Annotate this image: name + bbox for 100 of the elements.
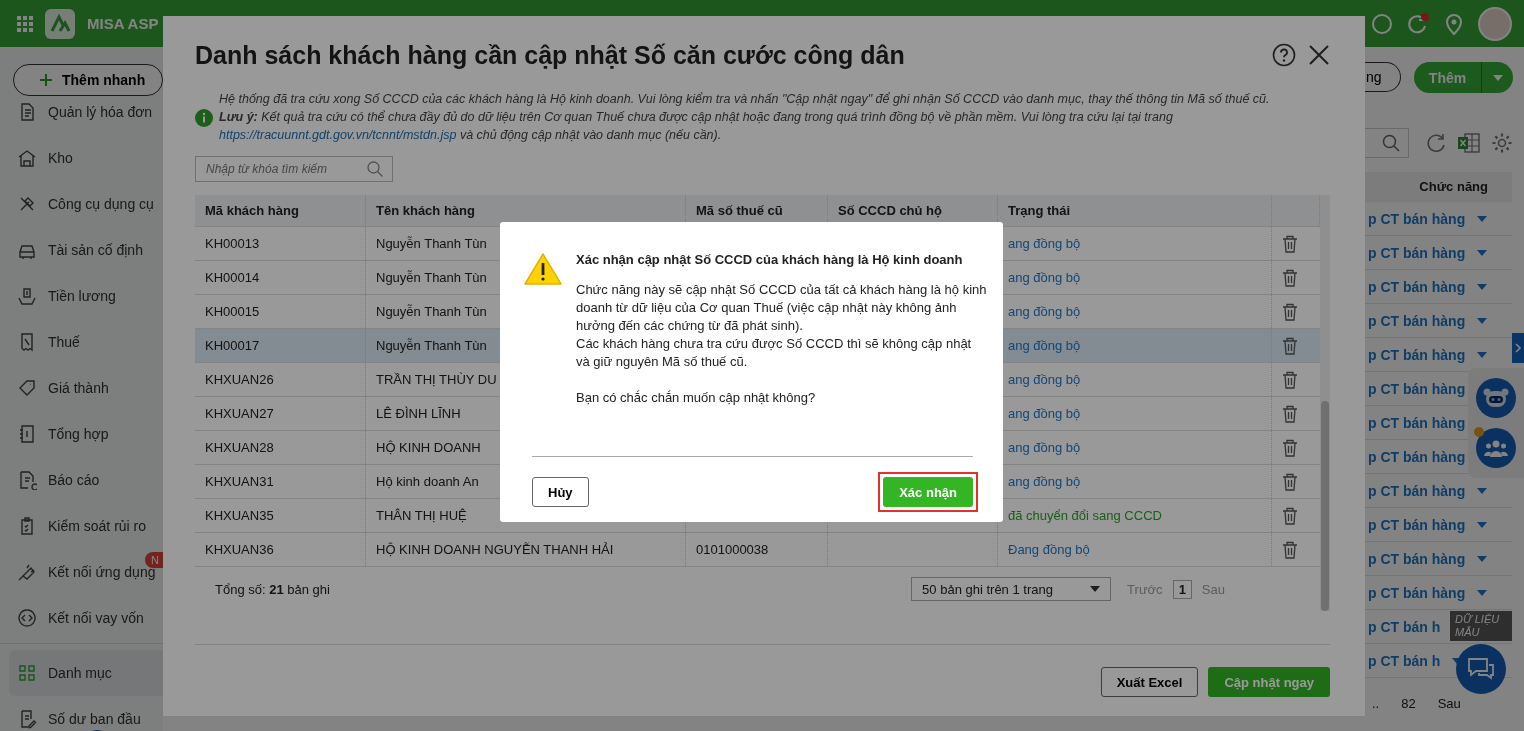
table-cell: KHXUAN31 <box>205 474 274 489</box>
help-icon[interactable] <box>1272 43 1296 67</box>
status-text: đã chuyển đổi sang CCCD <box>1008 508 1162 523</box>
table-cell: KH00014 <box>205 270 260 285</box>
previous-page-link[interactable]: Trước <box>1127 581 1163 597</box>
page-size-dropdown[interactable]: 50 bản ghi trên 1 trang <box>911 577 1112 601</box>
sidebar-item[interactable]: Tổng hợp <box>0 411 163 457</box>
quick-add-button[interactable]: Thêm nhanh <box>13 64 163 96</box>
table-cell: KHXUAN26 <box>205 372 274 387</box>
trash-icon[interactable] <box>1282 336 1298 355</box>
confirm-button[interactable]: Xác nhận <box>883 477 973 507</box>
action-link[interactable]: p CT bán hàng <box>1368 516 1466 533</box>
sidebar-item[interactable]: Tài sản cố định <box>0 227 163 273</box>
table-cell: THÂN THỊ HUỆ <box>376 508 467 523</box>
total-count: Tổng số: 21 bản ghi <box>215 581 330 597</box>
avatar[interactable] <box>1478 6 1512 41</box>
action-link[interactable]: p CT bán hàng <box>1368 244 1466 261</box>
page-number[interactable]: 82 <box>1401 696 1416 711</box>
sidebar-item[interactable]: Danh mục <box>9 650 163 696</box>
close-icon[interactable] <box>1308 44 1330 66</box>
trash-icon[interactable] <box>1282 370 1298 389</box>
chat-icon <box>1466 656 1496 682</box>
refresh-icon[interactable] <box>1406 11 1430 36</box>
action-link[interactable]: p CT bán hàng <box>1368 482 1466 499</box>
column-header: Mã khách hàng <box>195 195 366 226</box>
update-now-button[interactable]: Cập nhật ngay <box>1208 667 1330 697</box>
table-cell: KH00013 <box>205 236 260 251</box>
chevron-right-icon <box>1515 343 1521 353</box>
trash-icon[interactable] <box>1282 438 1298 457</box>
toolbar-button[interactable]: ng <box>1365 62 1401 92</box>
sample-data-stamp: DỮ LIỆU MẪU <box>1450 611 1512 641</box>
status-text: ang đồng bộ <box>1008 304 1081 319</box>
apps-grid-icon[interactable] <box>17 15 33 32</box>
column-header: Chức năng <box>1365 172 1512 202</box>
page-number[interactable]: 1 <box>1172 579 1192 599</box>
action-link[interactable]: p CT bán hàng <box>1368 550 1466 567</box>
community-button[interactable] <box>1476 428 1516 468</box>
table-cell: KHXUAN28 <box>205 440 274 455</box>
table-cell: KHXUAN36 <box>205 542 274 557</box>
trash-icon[interactable] <box>1282 268 1298 287</box>
sidebar-item[interactable]: Kho <box>0 135 163 181</box>
spreadsheet-icon[interactable] <box>1457 132 1481 154</box>
robot-button[interactable] <box>1476 378 1516 418</box>
status-text: ang đồng bộ <box>1008 440 1081 455</box>
action-link[interactable]: p CT bán hàng <box>1368 584 1466 601</box>
table-cell: KH00015 <box>205 304 260 319</box>
cancel-button[interactable]: Hủy <box>532 477 589 507</box>
refresh-icon[interactable] <box>1425 132 1447 154</box>
action-link[interactable]: p CT bán hàng <box>1368 448 1466 465</box>
sidebar-item[interactable]: Thuế <box>0 319 163 365</box>
action-link[interactable]: p CT bán hàng <box>1368 210 1466 227</box>
action-link[interactable]: p CT bán hàng <box>1368 312 1466 329</box>
action-link[interactable]: p CT bán hàng <box>1368 380 1466 397</box>
robot-icon <box>1483 387 1509 409</box>
map-pin-icon[interactable] <box>1443 11 1465 36</box>
sidebar-item[interactable]: Báo cáo <box>0 457 163 503</box>
lookup-link[interactable]: https://tracuunnt.gdt.gov.vn/tcnnt/mstdn.jsp <box>219 128 457 142</box>
info-text: Hệ thống đã tra cứu xong Số CCCD của các khách hàng là Hộ kinh doanh. Vui lòng kiểm tra và nhấn "Cập nhật ngay" để ghi nhận Số CCCD vào danh mục, thay thế thông tin Mã số thuế cũ. <box>219 91 1270 108</box>
sidebar-item[interactable]: Công cụ dụng cụ <box>0 181 163 227</box>
next-page-link[interactable]: Sau <box>1437 696 1461 711</box>
sidebar-item[interactable]: Kiểm soát rủi ro <box>0 503 163 549</box>
action-link[interactable]: p CT bán hàng <box>1368 278 1466 295</box>
sidebar-item[interactable]: Giá thành <box>0 365 163 411</box>
table-cell: HỘ KINH DOANH NGUYỄN THANH HẢI <box>376 542 614 557</box>
sidebar-item[interactable]: Số dư ban đầu <box>0 696 163 731</box>
table-cell: TRẦN THỊ THÙY DU <box>376 372 497 387</box>
notification-dot <box>1474 427 1484 437</box>
warning-icon <box>524 252 562 286</box>
sidebar-item[interactable]: Kết nối ứng dụng N <box>0 549 163 595</box>
next-page-link[interactable]: Sau <box>1201 581 1225 597</box>
trash-icon[interactable] <box>1282 540 1298 559</box>
status-text: Đang đồng bộ <box>1008 542 1090 557</box>
trash-icon[interactable] <box>1282 404 1298 423</box>
settings-icon[interactable] <box>1491 132 1513 154</box>
table-cell: KH00017 <box>205 338 260 353</box>
circle-arrows-icon <box>17 608 37 628</box>
add-button[interactable]: Thêm <box>1414 62 1482 93</box>
export-excel-button[interactable]: Xuất Excel <box>1100 667 1199 697</box>
note-text: Lưu ý: Kết quả tra cứu có thể chưa đầy đủ do dữ liệu trên Cơ quan Thuế chưa được cập nhật hoặc đang trong quá trình đồng bộ về phần mềm. Vui lòng tra cứu lại tại trang https://tracuunnt.gdt.gov.vn/tcnnt/mstdn.jsp và chủ động cập nhật vào danh mục (nếu cần). <box>219 109 1174 144</box>
sidebar-item[interactable]: Tiền lương <box>0 273 163 319</box>
circle-icon[interactable] <box>1371 12 1393 35</box>
table-cell: 0101000038 <box>696 542 769 557</box>
trash-icon[interactable] <box>1282 234 1298 253</box>
trash-icon[interactable] <box>1282 506 1298 525</box>
sidebar-item[interactable]: Kết nối vay vốn <box>0 595 163 641</box>
search-field[interactable]: Nhập từ khóa tìm kiếm <box>195 156 393 182</box>
scrollbar[interactable] <box>1320 195 1330 611</box>
expand-tab[interactable] <box>1512 333 1524 363</box>
action-link[interactable]: p CT bán h <box>1368 618 1441 635</box>
status-text: ang đồng bộ <box>1008 270 1081 285</box>
dropdown-button[interactable] <box>1482 62 1513 93</box>
trash-icon[interactable] <box>1282 472 1298 491</box>
app-name: MISA ASP <box>87 15 159 32</box>
action-link[interactable]: p CT bán hàng <box>1368 414 1466 431</box>
action-link[interactable]: p CT bán hàng <box>1368 346 1466 363</box>
action-link[interactable]: p CT bán h <box>1368 652 1441 669</box>
trash-icon[interactable] <box>1282 302 1298 321</box>
new-badge: N <box>145 552 163 568</box>
status-text: ang đồng bộ <box>1008 338 1081 353</box>
tag-icon <box>17 378 37 398</box>
